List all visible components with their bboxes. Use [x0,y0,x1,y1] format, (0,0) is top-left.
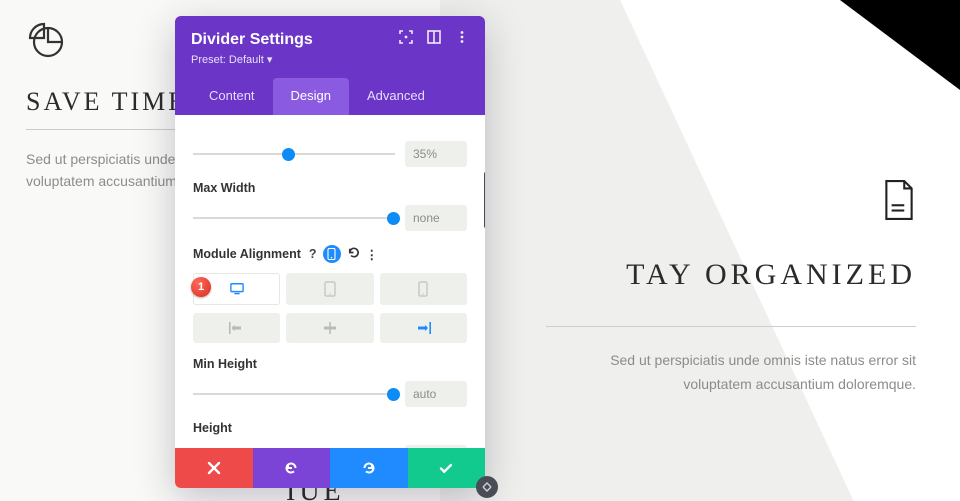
kebab-icon[interactable] [455,30,469,49]
alignment-segment [193,313,467,343]
max-width-thumb [387,212,400,225]
modal-footer [175,448,485,488]
max-width-field: Max Width none [193,181,467,231]
right-heading: TAY ORGANIZED [626,258,916,292]
tab-advanced[interactable]: Advanced [349,78,443,115]
right-column-upper [546,180,916,251]
width-thumb [282,148,295,161]
device-phone[interactable] [380,273,467,305]
right-divider [546,326,916,327]
tab-design[interactable]: Design [273,78,349,115]
redo-button[interactable] [330,448,408,488]
step-badge-1: 1 [191,277,211,297]
height-field: Height auto [193,421,467,448]
modal-header: Divider Settings Preset: Default ▾ Conte… [175,16,485,115]
undo-button[interactable] [253,448,331,488]
responsive-phone-icon[interactable] [323,245,341,263]
right-heading-wrap: TAY ORGANIZED [626,258,916,292]
align-right[interactable] [380,313,467,343]
modal-body: 35% Max Width none Module Alignment ? ⋮ [175,115,485,448]
width-slider[interactable] [193,147,395,161]
preset-label[interactable]: Preset: Default ▾ [191,53,469,66]
min-height-slider[interactable] [193,387,395,401]
module-alignment-label: Module Alignment [193,247,301,261]
max-width-value[interactable]: none [405,205,467,231]
document-icon [546,180,916,225]
tab-content[interactable]: Content [191,78,273,115]
help-icon[interactable]: ? [309,247,317,261]
device-tablet[interactable] [286,273,373,305]
height-value[interactable]: auto [405,445,467,448]
min-height-value[interactable]: auto [405,381,467,407]
width-row: 35% [193,141,467,167]
modal-title: Divider Settings [191,31,399,49]
modal-tabs: Content Design Advanced [191,78,469,115]
device-segment [193,273,467,305]
max-width-slider[interactable] [193,211,395,225]
min-height-label: Min Height [193,357,467,371]
module-alignment-field: Module Alignment ? ⋮ 1 [193,245,467,343]
right-paragraph: Sed ut perspiciatis unde omnis iste natu… [546,349,916,397]
resize-handle[interactable] [476,476,498,498]
align-left[interactable] [193,313,280,343]
right-column-lower: Sed ut perspiciatis unde omnis iste natu… [546,308,916,397]
save-button[interactable] [408,448,486,488]
settings-modal: Divider Settings Preset: Default ▾ Conte… [175,16,485,488]
chevron-down-icon: ▾ [267,54,273,66]
options-kebab-icon[interactable]: ⋮ [366,247,378,262]
scrollbar-thumb[interactable] [484,171,485,229]
height-label: Height [193,421,467,435]
reset-icon[interactable] [347,246,360,262]
corner-triangle [840,0,960,90]
cancel-button[interactable] [175,448,253,488]
max-width-label: Max Width [193,181,467,195]
wireframe-icon[interactable] [427,30,441,49]
min-height-field: Min Height auto [193,357,467,407]
width-value[interactable]: 35% [405,141,467,167]
align-center[interactable] [286,313,373,343]
expand-icon[interactable] [399,30,413,49]
